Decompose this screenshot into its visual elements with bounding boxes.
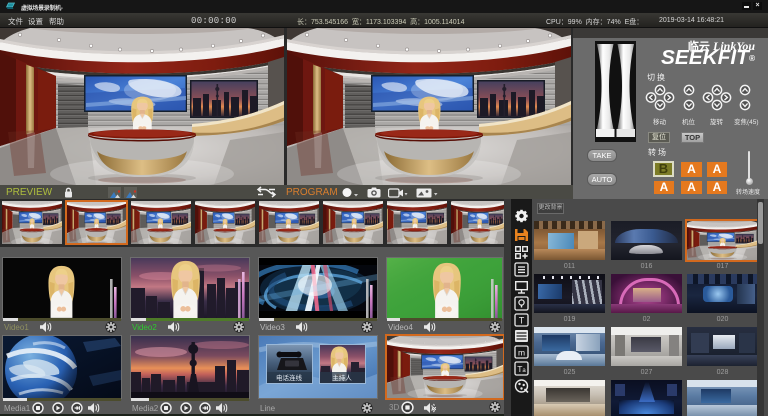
svg-text:主持人: 主持人 (332, 373, 352, 382)
svg-text:电话连线: 电话连线 (276, 373, 303, 382)
svg-text:Ta: Ta (517, 364, 526, 374)
svg-text:m: m (518, 348, 525, 358)
svg-text:T: T (519, 316, 525, 326)
